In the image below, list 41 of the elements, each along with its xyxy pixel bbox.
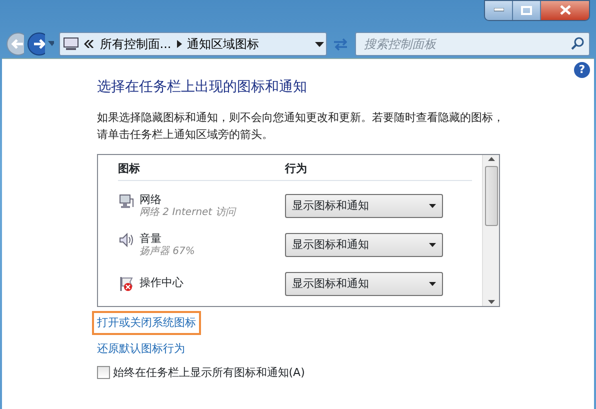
maximize-icon [521, 6, 532, 15]
behavior-dropdown[interactable]: 显示图标和通知 [285, 272, 443, 296]
item-name: 网络 [140, 193, 162, 207]
behavior-dropdown[interactable]: 显示图标和通知 [285, 194, 443, 218]
checkbox-label: 始终在任务栏上显示所有图标和通知(A) [112, 364, 305, 380]
minimize-button[interactable] [485, 1, 513, 20]
flag-icon [118, 276, 134, 292]
separator-icon[interactable] [176, 40, 182, 48]
item-name: 音量 [140, 232, 162, 246]
speaker-icon [118, 232, 134, 248]
column-header: 行为 [285, 162, 307, 175]
maximize-button[interactable] [513, 1, 541, 20]
scrollbar[interactable] [482, 155, 499, 306]
caret-icon [429, 243, 436, 248]
forward-icon[interactable] [26, 32, 45, 56]
chevron-icon[interactable] [84, 40, 94, 48]
scroll-up-icon[interactable] [488, 155, 494, 163]
minimize-icon [494, 8, 504, 12]
caret-icon [429, 204, 436, 208]
computer-icon [62, 37, 79, 51]
checkbox[interactable] [97, 366, 110, 380]
item-name: 操作中心 [140, 276, 184, 290]
help-button[interactable]: ? [574, 62, 590, 78]
search-field[interactable]: 搜索控制面板 [354, 32, 590, 56]
close-icon [560, 5, 570, 16]
breadcrumb-item[interactable]: 通知区域图标 [187, 35, 260, 53]
search-icon[interactable] [570, 37, 584, 50]
behavior-dropdown[interactable]: 显示图标和通知 [285, 233, 443, 258]
item-detail: 扬声器 67% [140, 246, 195, 258]
caret-icon [429, 282, 436, 286]
item-detail: 网络 2 Internet 访问 [140, 206, 236, 220]
description-text: 如果选择隐藏图标和通知，则不会向您通知更改和更新。若要随时查看隐藏的图标，请单击任务栏上通知区域旁的箭头。 [97, 110, 505, 143]
link[interactable]: 打开或关闭系统图标 [94, 312, 199, 333]
column-header: 图标 [118, 162, 140, 175]
dropdown-icon[interactable] [314, 42, 324, 46]
breadcrumb-item[interactable]: 所有控制面... [100, 35, 172, 53]
link[interactable]: 还原默认图标行为 [94, 338, 188, 359]
page-heading: 选择在任务栏上出现的图标和通知 [97, 78, 308, 97]
network-icon [118, 193, 134, 210]
scroll-down-icon[interactable] [488, 298, 494, 306]
close-button[interactable] [541, 1, 589, 20]
